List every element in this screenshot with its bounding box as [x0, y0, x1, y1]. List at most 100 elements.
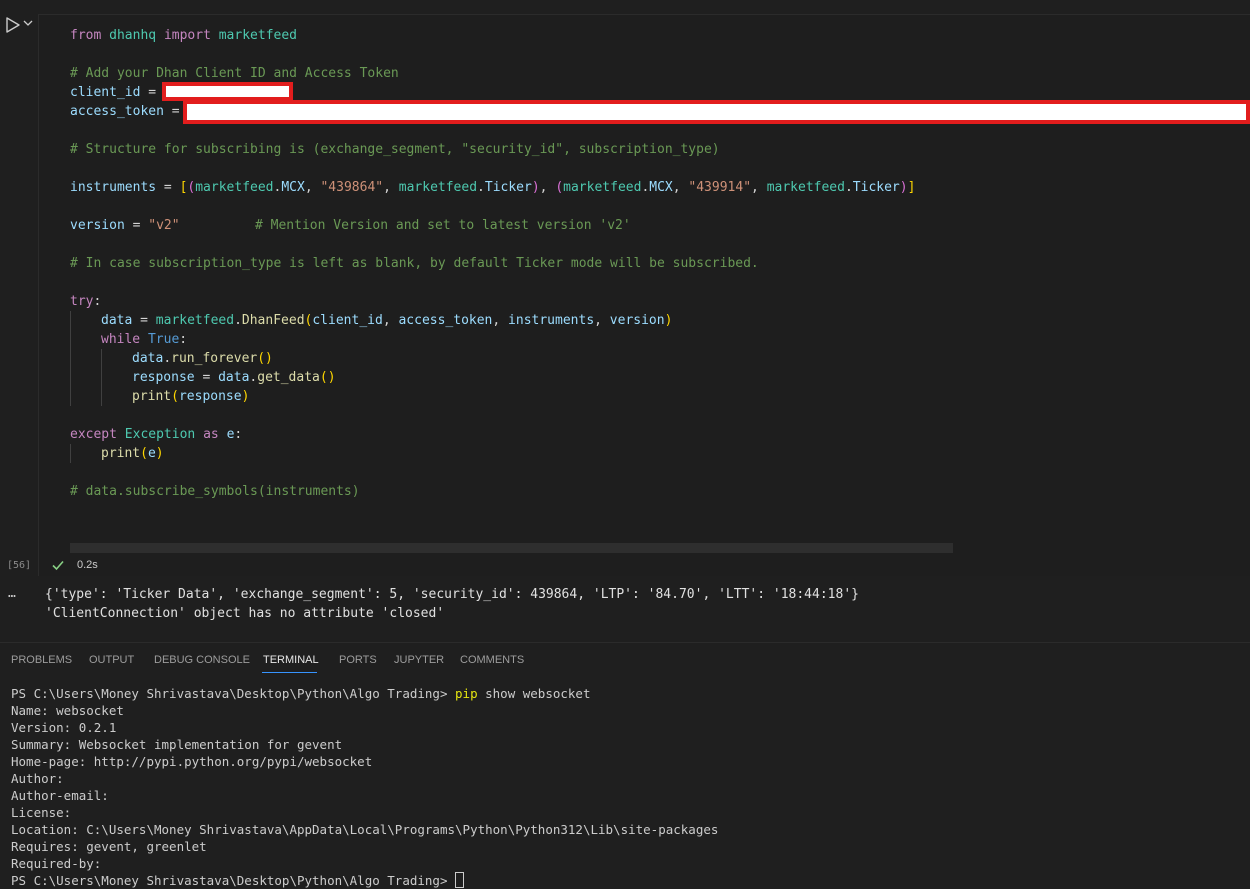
paren: (: [140, 446, 148, 461]
cell-output: … {'type': 'Ticker Data', 'exchange_segm…: [0, 578, 1250, 642]
indent-guide: [101, 349, 102, 406]
code-line-get-data: response = data.get_data(): [132, 370, 336, 385]
ticker-ref: Ticker: [852, 180, 900, 195]
fn-print: print: [132, 389, 172, 404]
fn-dhanfeed: DhanFeed: [241, 313, 305, 328]
terminal-output-line: Author-email:: [11, 788, 109, 803]
tab-debug-console[interactable]: DEBUG CONSOLE: [154, 654, 250, 666]
code-comment-subscribe: # data.subscribe_symbols(instruments): [70, 484, 360, 499]
paren: ): [899, 180, 908, 195]
active-tab-underline: [262, 672, 317, 673]
terminal-final-prompt-line: PS C:\Users\Money Shrivastava\Desktop\Py…: [11, 872, 465, 889]
code-line-dhanfeed: data = marketfeed.DhanFeed(client_id, ac…: [101, 313, 673, 328]
terminal-output-line: Location: C:\Users\Money Shrivastava\App…: [11, 822, 719, 837]
var-data: data: [218, 370, 250, 385]
more-icon[interactable]: …: [8, 586, 17, 601]
var-response: response: [132, 370, 195, 385]
code-line-run-forever: data.run_forever(): [132, 351, 273, 366]
marketfeed-ref: marketfeed: [563, 180, 642, 195]
terminal-output-line: Author:: [11, 771, 64, 786]
horizontal-scrollbar[interactable]: [70, 543, 953, 553]
kw-true: True: [147, 332, 180, 347]
code-line-import: from dhanhq import marketfeed: [70, 26, 297, 45]
marketfeed-ref: marketfeed: [155, 313, 235, 328]
code-comment-credentials: # Add your Dhan Client ID and Access Tok…: [70, 66, 399, 81]
kw-try: try: [70, 294, 94, 309]
code-comment-version: # Mention Version and set to latest vers…: [255, 218, 631, 233]
var-version: version: [70, 218, 125, 233]
redaction-box-access-token: [183, 100, 1250, 124]
notebook-cell: from dhanhq import marketfeed # Add your…: [0, 0, 1250, 578]
fn-run-forever: run_forever: [171, 351, 258, 366]
security-id-2: "439914": [688, 180, 752, 195]
code-line-client-id: client_id =: [70, 83, 164, 102]
mcx-ref: MCX: [281, 180, 305, 195]
marketfeed-ref: marketfeed: [398, 180, 478, 195]
panel-tab-bar: PROBLEMS OUTPUT DEBUG CONSOLE TERMINAL P…: [0, 643, 1250, 675]
var-response: response: [178, 389, 242, 404]
terminal-command: pip: [455, 686, 478, 701]
terminal-command-line: PS C:\Users\Money Shrivastava\Desktop\Py…: [11, 685, 590, 702]
code-line-access-token: access_token =: [70, 102, 187, 121]
terminal-output-line: Version: 0.2.1: [11, 720, 117, 735]
tab-ports[interactable]: PORTS: [339, 654, 377, 666]
indent-guide: [70, 311, 71, 406]
var-data: data: [101, 313, 133, 328]
code-comment-default-mode: # In case subscription_type is left as b…: [70, 256, 759, 271]
code-line-while: while True:: [101, 332, 188, 347]
kw-while: while: [101, 332, 141, 347]
tab-problems[interactable]: PROBLEMS: [11, 654, 72, 666]
tab-terminal[interactable]: TERMINAL: [263, 654, 319, 666]
tab-output[interactable]: OUTPUT: [89, 654, 134, 666]
import-name: marketfeed: [218, 28, 298, 43]
kw-as: as: [203, 427, 219, 442]
mcx-ref: MCX: [649, 180, 673, 195]
kw-import: import: [163, 28, 211, 43]
var-data: data: [132, 351, 164, 366]
chevron-down-icon[interactable]: [22, 17, 34, 29]
indent-guide: [70, 444, 71, 463]
paren: ): [531, 180, 540, 195]
tab-jupyter[interactable]: JUPYTER: [394, 654, 444, 666]
module-name: dhanhq: [109, 28, 157, 43]
run-icon[interactable]: [4, 16, 22, 34]
terminal-output-line: Name: websocket: [11, 703, 124, 718]
terminal-prompt: PS C:\Users\Money Shrivastava\Desktop\Py…: [11, 686, 456, 701]
code-line-except: except Exception as e:: [70, 427, 243, 442]
paren: ): [241, 389, 250, 404]
code-line-print-e: print(e): [101, 444, 164, 463]
var-client-id: client_id: [70, 85, 141, 100]
code-line-print-response: print(response): [132, 387, 249, 406]
code-comment-structure: # Structure for subscribing is (exchange…: [70, 142, 720, 157]
var-e: e: [226, 427, 235, 442]
execution-count: [56]: [7, 560, 32, 571]
tab-comments[interactable]: COMMENTS: [460, 654, 524, 666]
editor-left-border: [38, 15, 39, 576]
paren: ): [664, 313, 673, 328]
terminal-output-line: License:: [11, 805, 72, 820]
security-id-1: "439864": [320, 180, 384, 195]
output-line: 'ClientConnection' object has no attribu…: [45, 606, 445, 621]
output-line: {'type': 'Ticker Data', 'exchange_segmen…: [45, 587, 859, 602]
version-value: "v2": [148, 218, 180, 233]
paren: ): [155, 446, 164, 461]
terminal-output-line: Home-page: http://pypi.python.org/pypi/w…: [11, 754, 373, 769]
arg-instruments: instruments: [508, 313, 595, 328]
terminal-output-line: Required-by:: [11, 856, 102, 871]
arg-access-token: access_token: [398, 313, 493, 328]
assign-op: =: [140, 85, 164, 100]
var-e: e: [147, 446, 156, 461]
terminal-command-args: show websocket: [477, 686, 591, 701]
marketfeed-ref: marketfeed: [766, 180, 845, 195]
ticker-ref: Ticker: [484, 180, 532, 195]
paren: (): [319, 370, 336, 385]
var-instruments: instruments: [70, 180, 157, 195]
terminal-output-line: Requires: gevent, greenlet: [11, 839, 207, 854]
fn-print: print: [101, 446, 141, 461]
exception-class: Exception: [124, 427, 196, 442]
check-icon: [52, 560, 64, 571]
bracket: ]: [907, 180, 916, 195]
code-line-try: try:: [70, 294, 102, 309]
kw-except: except: [70, 427, 117, 442]
redaction-box-client-id: [162, 82, 293, 101]
